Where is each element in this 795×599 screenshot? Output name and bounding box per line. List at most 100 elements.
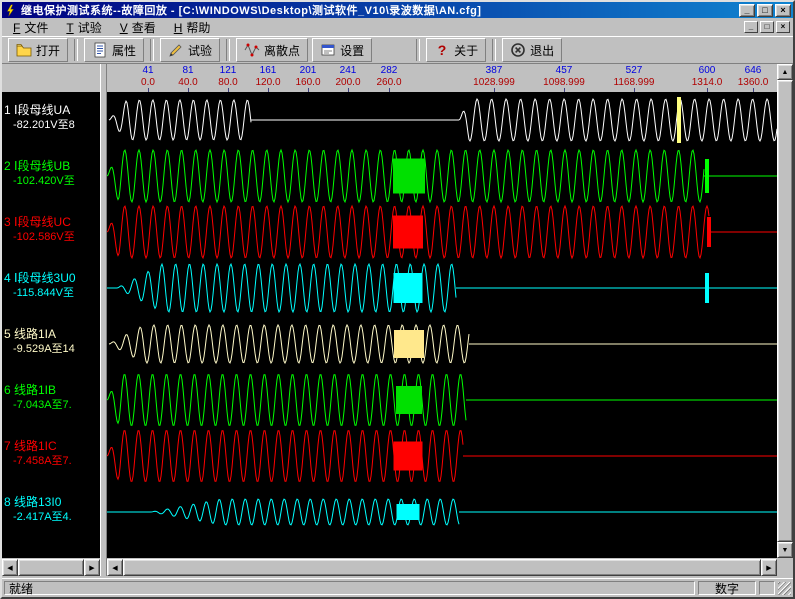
waveform-trace [109,325,777,363]
ruler[interactable]: 410.08140.012180.0161120.0201160.0241200… [107,64,777,93]
properties-button[interactable]: 属性 [84,38,144,62]
channel-name: 2 Ⅰ段母线UB [4,159,100,174]
fault-marker-block [393,159,425,194]
exit-button-label: 退出 [530,42,554,59]
vertical-scrollbar[interactable]: ▲ ▼ [777,64,793,558]
toolbar-separator [416,39,420,61]
open-button[interactable]: 打开 [8,38,68,62]
channel-label[interactable]: 4 Ⅰ段母线3U0-115.844V至 [2,260,100,316]
mdi-close-button[interactable]: × [776,21,790,33]
channel-name: 6 线路1IB [4,383,100,398]
menu-help-accelerator: H [174,21,183,35]
menu-test-accelerator: T [66,21,73,35]
channel-label[interactable]: 7 线路1IC-7.458A至7. [2,428,100,484]
fault-marker-block [394,273,423,303]
menu-help[interactable]: H帮助 [165,18,220,37]
fault-marker-block [396,386,422,414]
close-button[interactable]: × [775,4,791,17]
status-num-text: 数字 [715,580,739,597]
scroll-left-icon[interactable]: ◀ [107,559,123,576]
discrete-points-button[interactable]: 离散点 [236,38,308,62]
channel-range: -102.586V至 [4,230,100,245]
ruler-time-label: 1314.0 [692,77,723,88]
scroll-right-icon[interactable]: ▶ [84,559,100,576]
ruler-sample-label: 121 [220,65,237,76]
about-button-label: 关于 [454,42,478,59]
ruler-time-label: 40.0 [178,77,197,88]
scroll-left-icon[interactable]: ◀ [2,559,18,576]
fault-marker-block [393,216,423,249]
menu-test[interactable]: T试验 [57,18,110,37]
exit-button[interactable]: 退出 [502,38,562,62]
waveform-trace [109,99,777,141]
settings-button[interactable]: 设置 [312,38,372,62]
channel-range: -82.201V至8 [4,118,100,133]
ruler-sample-label: 161 [260,65,277,76]
waveform-hscroll-thumb[interactable] [123,559,761,576]
waveform-trace [107,431,777,482]
ruler-sample-label: 527 [626,65,643,76]
waveform-trace [107,375,777,426]
scroll-up-icon[interactable]: ▲ [777,64,793,80]
waveform-trace [107,206,777,258]
ruler-time-label: 80.0 [218,77,237,88]
channel-range: -2.417A至4. [4,510,100,525]
window-controls: _ □ × [739,4,791,17]
mdi-minimize-button[interactable]: _ [744,21,758,33]
menu-view-label: 查看 [132,21,156,35]
scroll-right-icon[interactable]: ▶ [761,559,777,576]
fault-marker-block [394,330,424,358]
menu-view[interactable]: V查看 [111,18,165,37]
about-button[interactable]: ? 关于 [426,38,486,62]
channel-name: 5 线路1IA [4,327,100,342]
channel-label[interactable]: 8 线路13I0-2.417A至4. [2,484,100,540]
channel-name: 3 Ⅰ段母线UC [4,215,100,230]
label-horizontal-scrollbar[interactable]: ◀ ▶ [2,559,100,576]
menu-bar: F 文件 T试验 V查看 H帮助 _ □ × [2,18,793,36]
fault-marker-block [397,504,420,520]
ruler-time-label: 160.0 [295,77,320,88]
vertical-scrollbar-thumb[interactable] [777,80,793,542]
label-hscroll-thumb[interactable] [18,559,84,576]
channel-label-panel: 1 Ⅰ段母线UA-82.201V至82 Ⅰ段母线UB-102.420V至3 Ⅰ段… [2,92,100,558]
waveform-icon [244,42,260,58]
channel-label[interactable]: 6 线路1IB-7.043A至7. [2,372,100,428]
ruler-time-label: 1168.999 [614,77,655,88]
test-button-label: 试验 [188,42,212,59]
ruler-sample-label: 41 [142,65,153,76]
waveform-horizontal-scrollbar[interactable]: ◀ ▶ [107,559,777,576]
resize-grip[interactable] [778,582,791,595]
minimize-button[interactable]: _ [739,4,755,17]
channel-label[interactable]: 5 线路1IA-9.529A至14 [2,316,100,372]
test-button[interactable]: 试验 [160,38,220,62]
channel-label[interactable]: 3 Ⅰ段母线UC-102.586V至 [2,204,100,260]
mdi-restore-button[interactable]: □ [760,21,774,33]
ruler-time-label: 120.0 [255,77,280,88]
channel-range: -7.043A至7. [4,398,100,413]
ruler-time-label: 1098.999 [543,77,585,88]
channel-label[interactable]: 1 Ⅰ段母线UA-82.201V至8 [2,92,100,148]
toolbar-separator [492,39,496,61]
maximize-button[interactable]: □ [757,4,773,17]
ruler-sample-label: 457 [556,65,573,76]
menu-file-label: 文件 [24,21,48,35]
channel-label[interactable]: 2 Ⅰ段母线UB-102.420V至 [2,148,100,204]
toolbar-separator [74,39,78,61]
title-bar[interactable]: 继电保护测试系统--故障回放 - [C:\WINDOWS\Desktop\测试软… [2,2,793,18]
channel-range: -7.458A至7. [4,454,100,469]
menu-file-accelerator: F [13,21,20,35]
ruler-sample-label: 241 [340,65,357,76]
properties-button-label: 属性 [112,42,136,59]
question-icon: ? [434,42,450,58]
ruler-sample-label: 646 [745,65,762,76]
status-bar: 就绪 数字 [2,578,793,597]
ruler-time-label: 200.0 [335,77,360,88]
status-ready-text: 就绪 [9,580,33,597]
ruler-time-label: 1360.0 [738,77,769,88]
waveform-area[interactable] [107,92,777,558]
status-blank-panel [759,581,775,595]
cursor-marker [705,273,709,303]
panel-splitter[interactable] [100,64,107,576]
scroll-down-icon[interactable]: ▼ [777,542,793,558]
menu-file[interactable]: F 文件 [4,18,57,37]
